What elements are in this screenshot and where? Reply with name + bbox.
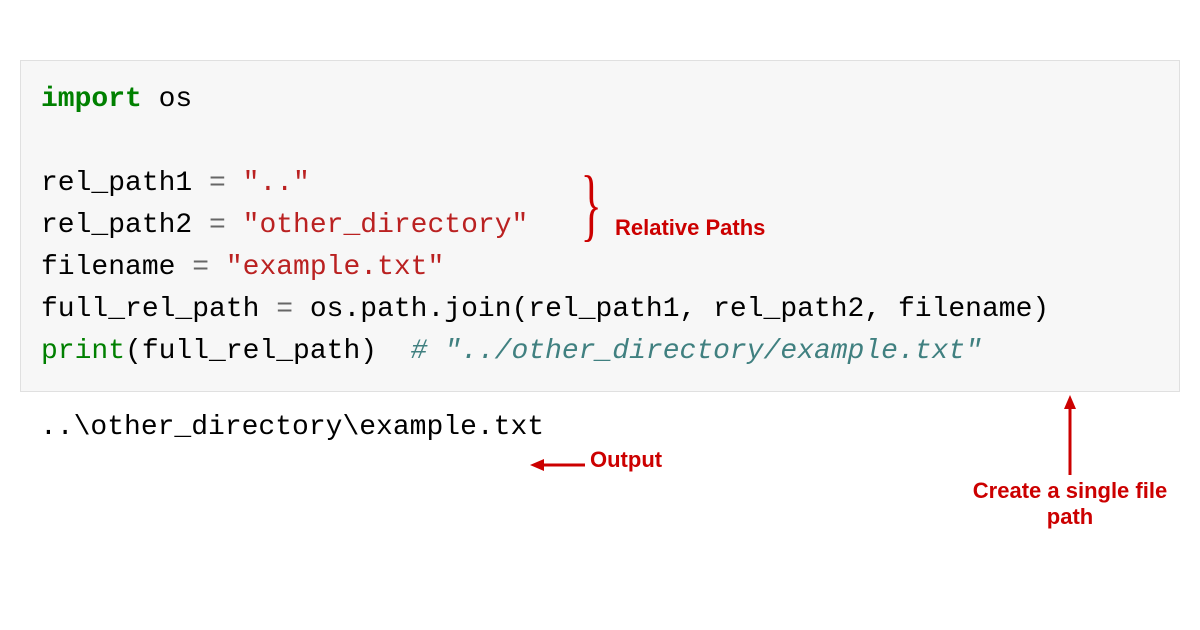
annotation-output: Output — [590, 447, 662, 473]
var-filename: filename — [41, 252, 192, 283]
fn-print: print — [41, 336, 125, 367]
annotation-single-file-path: Create a single file path — [970, 478, 1170, 531]
call-join: os.path.join(rel_path1, rel_path2, filen… — [293, 294, 1049, 325]
op-assign3: = — [192, 252, 209, 283]
arrow-up-icon — [1060, 395, 1080, 475]
output-text: ..\other_directory\example.txt — [20, 392, 1180, 443]
keyword-import: import — [41, 84, 142, 115]
print-args: (full_rel_path) — [125, 336, 411, 367]
str-relpath2: "other_directory" — [226, 210, 528, 241]
op-assign2: = — [209, 210, 226, 241]
var-relpath1: rel_path1 — [41, 168, 209, 199]
brace-icon: } — [581, 160, 602, 251]
annotation-relative-paths: Relative Paths — [615, 215, 765, 241]
var-fullpath: full_rel_path — [41, 294, 276, 325]
comment-output: # "../other_directory/example.txt" — [411, 336, 982, 367]
arrow-left-icon — [530, 455, 585, 475]
str-relpath1: ".." — [226, 168, 310, 199]
module-os: os — [142, 84, 192, 115]
str-filename: "example.txt" — [209, 252, 444, 283]
op-assign1: = — [209, 168, 226, 199]
var-relpath2: rel_path2 — [41, 210, 209, 241]
op-assign4: = — [276, 294, 293, 325]
